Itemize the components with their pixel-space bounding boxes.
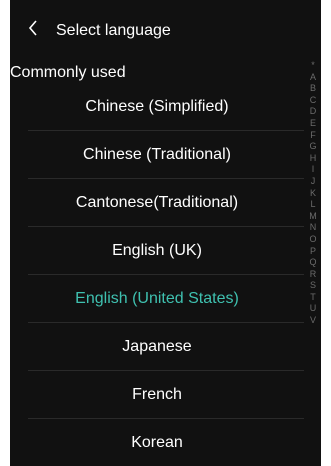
- chevron-left-icon[interactable]: [28, 20, 38, 36]
- language-item[interactable]: English (UK): [10, 227, 304, 275]
- index-letter[interactable]: A: [307, 72, 319, 84]
- index-letter[interactable]: F: [307, 130, 319, 142]
- index-letter[interactable]: *: [307, 60, 319, 72]
- section-label-commonly-used: Commonly used: [10, 64, 126, 81]
- language-label: Cantonese(Traditional): [75, 194, 239, 211]
- index-letter[interactable]: H: [307, 153, 319, 165]
- header-bar: Select language: [10, 0, 321, 52]
- index-letter[interactable]: R: [307, 269, 319, 281]
- index-letter[interactable]: K: [307, 188, 319, 200]
- language-list: Chinese (Simplified) Chinese (Traditiona…: [10, 83, 304, 466]
- index-letter[interactable]: V: [307, 315, 319, 327]
- index-letter[interactable]: L: [307, 199, 319, 211]
- language-item[interactable]: Chinese (Traditional): [10, 131, 304, 179]
- index-letter[interactable]: P: [307, 246, 319, 258]
- index-letter[interactable]: N: [307, 222, 319, 234]
- language-screen: Select language Commonly used Chinese (S…: [10, 0, 321, 466]
- language-label: Chinese (Simplified): [85, 98, 229, 115]
- index-letter[interactable]: D: [307, 106, 319, 118]
- language-item-selected[interactable]: English (United States): [10, 275, 304, 323]
- index-letter[interactable]: I: [307, 164, 319, 176]
- index-letter[interactable]: C: [307, 95, 319, 107]
- index-letter[interactable]: U: [307, 303, 319, 315]
- index-letter[interactable]: G: [307, 141, 319, 153]
- index-letter[interactable]: M: [307, 211, 319, 223]
- index-letter[interactable]: T: [307, 292, 319, 304]
- alphabet-index-bar[interactable]: * A B C D E F G H I J K L M N O P Q R S …: [307, 60, 319, 327]
- language-item[interactable]: Chinese (Simplified): [10, 83, 304, 131]
- index-letter[interactable]: B: [307, 83, 319, 95]
- language-item[interactable]: Japanese: [10, 323, 304, 371]
- index-letter[interactable]: O: [307, 234, 319, 246]
- language-label: Japanese: [122, 338, 192, 355]
- index-letter[interactable]: E: [307, 118, 319, 130]
- page-title: Select language: [56, 22, 171, 39]
- language-label: Chinese (Traditional): [83, 146, 231, 163]
- index-letter[interactable]: S: [307, 280, 319, 292]
- index-letter[interactable]: Q: [307, 257, 319, 269]
- language-label: English (United States): [75, 290, 239, 307]
- language-label: French: [132, 386, 182, 403]
- language-item[interactable]: Korean: [10, 419, 304, 466]
- language-item[interactable]: French: [10, 371, 304, 419]
- language-label: Korean: [131, 434, 183, 451]
- language-item[interactable]: Cantonese(Traditional): [10, 179, 304, 227]
- language-label: English (UK): [112, 242, 202, 259]
- index-letter[interactable]: J: [307, 176, 319, 188]
